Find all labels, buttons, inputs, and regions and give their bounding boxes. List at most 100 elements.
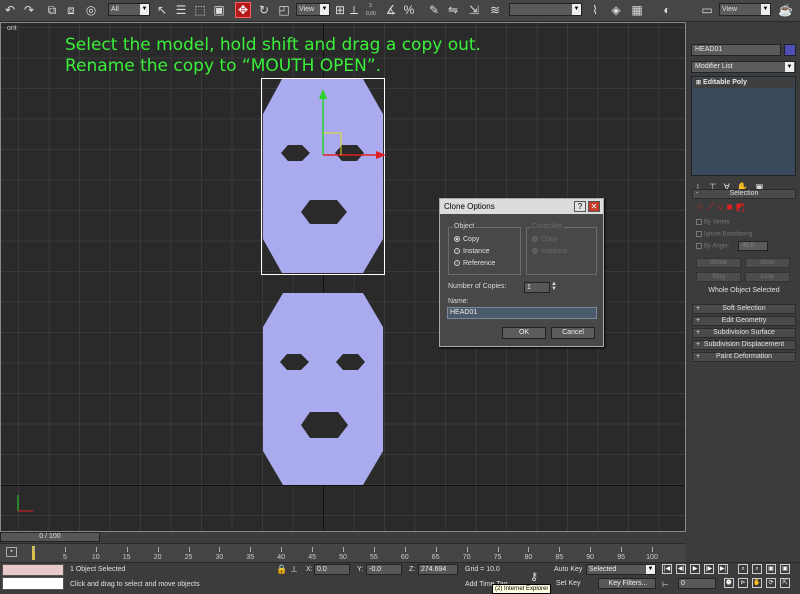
next-frame-icon[interactable]: |▶	[704, 564, 714, 574]
auto-key-button[interactable]: Auto Key	[554, 566, 582, 573]
named-selection-set-dropdown[interactable]: ▼	[509, 3, 582, 16]
cancel-button[interactable]: Cancel	[551, 327, 595, 339]
mirror-icon[interactable]: ⇋	[446, 3, 460, 17]
rollout-subdivision-displacement[interactable]: + Subdivision Displacement	[692, 340, 796, 350]
select-and-rotate-icon[interactable]: ↻	[257, 3, 271, 17]
schematic-icon[interactable]: ◈	[609, 3, 623, 17]
time-slider-thumb[interactable]: 0 / 100	[0, 532, 100, 542]
name-input[interactable]: HEAD01	[447, 307, 597, 319]
spinner-arrows-icon[interactable]: ▲ ▼	[551, 281, 557, 292]
key-mode-toggle-icon[interactable]: ⊢	[662, 580, 669, 589]
render-setup-icon[interactable]: ◐	[660, 3, 674, 17]
chevron-down-icon: ▼	[785, 62, 794, 72]
key-filters-button[interactable]: Key Filters...	[598, 578, 656, 589]
current-frame-field[interactable]: 0	[678, 578, 716, 589]
link-icon[interactable]: ⧉	[45, 3, 59, 17]
redo-icon[interactable]: ↷	[22, 3, 36, 17]
go-to-end-icon[interactable]: ▶|	[718, 564, 728, 574]
instance-radio[interactable]: Instance	[454, 248, 489, 255]
x-coordinate-field[interactable]: 0.0	[314, 564, 350, 575]
zoom-icon[interactable]: ⌕	[738, 564, 748, 574]
reference-radio[interactable]: Reference	[454, 260, 495, 267]
object-color-swatch[interactable]	[784, 44, 796, 56]
element-icon[interactable]: ◩	[735, 202, 747, 213]
vertex-icon[interactable]: ⁘	[696, 202, 707, 213]
zoom-all-icon[interactable]: ⌕	[752, 564, 762, 574]
close-button[interactable]: ✕	[588, 201, 600, 212]
loop-button[interactable]: Loop	[745, 272, 790, 282]
ignore-backfacing-checkbox[interactable]: Ignore Backfacing	[696, 231, 752, 238]
absolute-mode-icon[interactable]: ⟂	[291, 564, 297, 575]
align-icon[interactable]: ⇲	[467, 3, 481, 17]
rollout-soft-selection[interactable]: + Soft Selection	[692, 304, 796, 314]
select-object-icon[interactable]: ↖	[155, 3, 169, 17]
reference-coordinate-dropdown[interactable]: View ▼	[296, 3, 330, 16]
object-name-field[interactable]: HEAD01	[691, 44, 781, 56]
rollout-paint-deformation[interactable]: + Paint Deformation	[692, 352, 796, 362]
render-frame-icon[interactable]: ▭	[700, 3, 714, 17]
orbit-icon[interactable]: ⟳	[766, 578, 776, 588]
bind-spacewarp-icon[interactable]: ◎	[84, 3, 98, 17]
modifier-list-dropdown[interactable]: Modifier List ▼	[691, 61, 796, 73]
by-angle-spinner[interactable]: 45.0	[738, 241, 768, 251]
undo-icon[interactable]: ↶	[3, 3, 17, 17]
z-coordinate-field[interactable]: 274.694	[418, 564, 458, 575]
select-and-move-icon[interactable]: ✥	[235, 2, 251, 18]
material-editor-icon[interactable]: ▦	[630, 3, 644, 17]
y-coordinate-field[interactable]: -0.0	[366, 564, 402, 575]
field-of-view-icon[interactable]: ⊳	[738, 578, 748, 588]
zoom-extents-all-icon[interactable]: ▣	[780, 564, 790, 574]
lock-icon[interactable]: 🔒	[276, 564, 287, 575]
percent-snap-icon[interactable]: %	[402, 3, 416, 17]
select-by-name-icon[interactable]: ☰	[174, 3, 188, 17]
curve-editor-icon[interactable]: ⌇	[588, 3, 602, 17]
angle-snap-icon[interactable]: ∡	[384, 3, 398, 17]
timeline-tick-label: 35	[246, 554, 255, 561]
layer-manager-icon[interactable]: ≋	[488, 3, 502, 17]
stack-item-editable-poly[interactable]: ⊞ Editable Poly	[693, 78, 794, 88]
edge-icon[interactable]: ⟋	[707, 202, 717, 213]
window-crossing-icon[interactable]: ▣	[212, 3, 226, 17]
copies-spinner[interactable]: 1	[524, 282, 550, 293]
expand-plus-icon[interactable]: ⊞	[696, 80, 701, 86]
region-select-icon[interactable]: ⬚	[193, 3, 207, 17]
maximize-viewport-icon[interactable]: ⇱	[780, 578, 790, 588]
help-button[interactable]: ?	[574, 201, 586, 212]
spinner-snap-label[interactable]: 0,00	[366, 11, 376, 17]
selection-filter-dropdown[interactable]: All ▼	[108, 3, 150, 16]
key-mode-dropdown[interactable]: Selected ▼	[586, 564, 656, 575]
edit-named-selection-icon[interactable]: ✎	[427, 3, 441, 17]
pan-icon[interactable]: ✋	[752, 578, 762, 588]
pivot-icon[interactable]: ⊞	[333, 3, 347, 17]
mini-curve-editor-icon[interactable]: ▪	[6, 547, 17, 557]
play-icon[interactable]: ▶	[690, 564, 700, 574]
rollout-subdivision-surface[interactable]: + Subdivision Surface	[692, 328, 796, 338]
go-to-start-icon[interactable]: |◀	[662, 564, 672, 574]
by-angle-checkbox[interactable]: By Angle:	[696, 243, 729, 250]
manipulate-icon[interactable]: ⟂	[347, 3, 361, 17]
zoom-extents-icon[interactable]: ▣	[766, 564, 776, 574]
rollout-selection[interactable]: - Selection	[692, 189, 796, 199]
grow-button[interactable]: Grow	[745, 258, 790, 268]
shrink-button[interactable]: Shrink	[696, 258, 741, 268]
copy-radio[interactable]: Copy	[454, 236, 479, 243]
unlink-icon[interactable]: ⧈	[64, 3, 78, 17]
mask-copy[interactable]	[263, 293, 383, 485]
maxscript-input[interactable]	[2, 577, 64, 590]
ring-button[interactable]: Ring	[696, 272, 741, 282]
time-config-icon[interactable]: ⌚	[724, 578, 734, 588]
set-key-button[interactable]: Set Key	[556, 580, 581, 587]
select-and-scale-icon[interactable]: ◰	[277, 3, 291, 17]
rollout-edit-geometry[interactable]: + Edit Geometry	[692, 316, 796, 326]
key-icon[interactable]: ⚷	[530, 570, 538, 583]
track-bar[interactable]: ▪ 5 10 15 20 25 30 35 40 45 50 55 60 65 70 75 80 85 90 95 1…	[0, 543, 686, 562]
modifier-stack[interactable]: ⊞ Editable Poly	[691, 76, 796, 176]
time-slider[interactable]: 0 / 100	[0, 532, 686, 543]
maxscript-listener[interactable]	[2, 564, 64, 576]
ok-button[interactable]: OK	[502, 327, 546, 339]
snap-toggle-label[interactable]: 3	[369, 3, 372, 9]
render-preset-dropdown[interactable]: View ▼	[719, 3, 771, 16]
previous-frame-icon[interactable]: ◀|	[676, 564, 686, 574]
by-vertex-checkbox[interactable]: By Vertex	[696, 219, 730, 226]
quick-render-icon[interactable]: ☕	[778, 3, 793, 17]
